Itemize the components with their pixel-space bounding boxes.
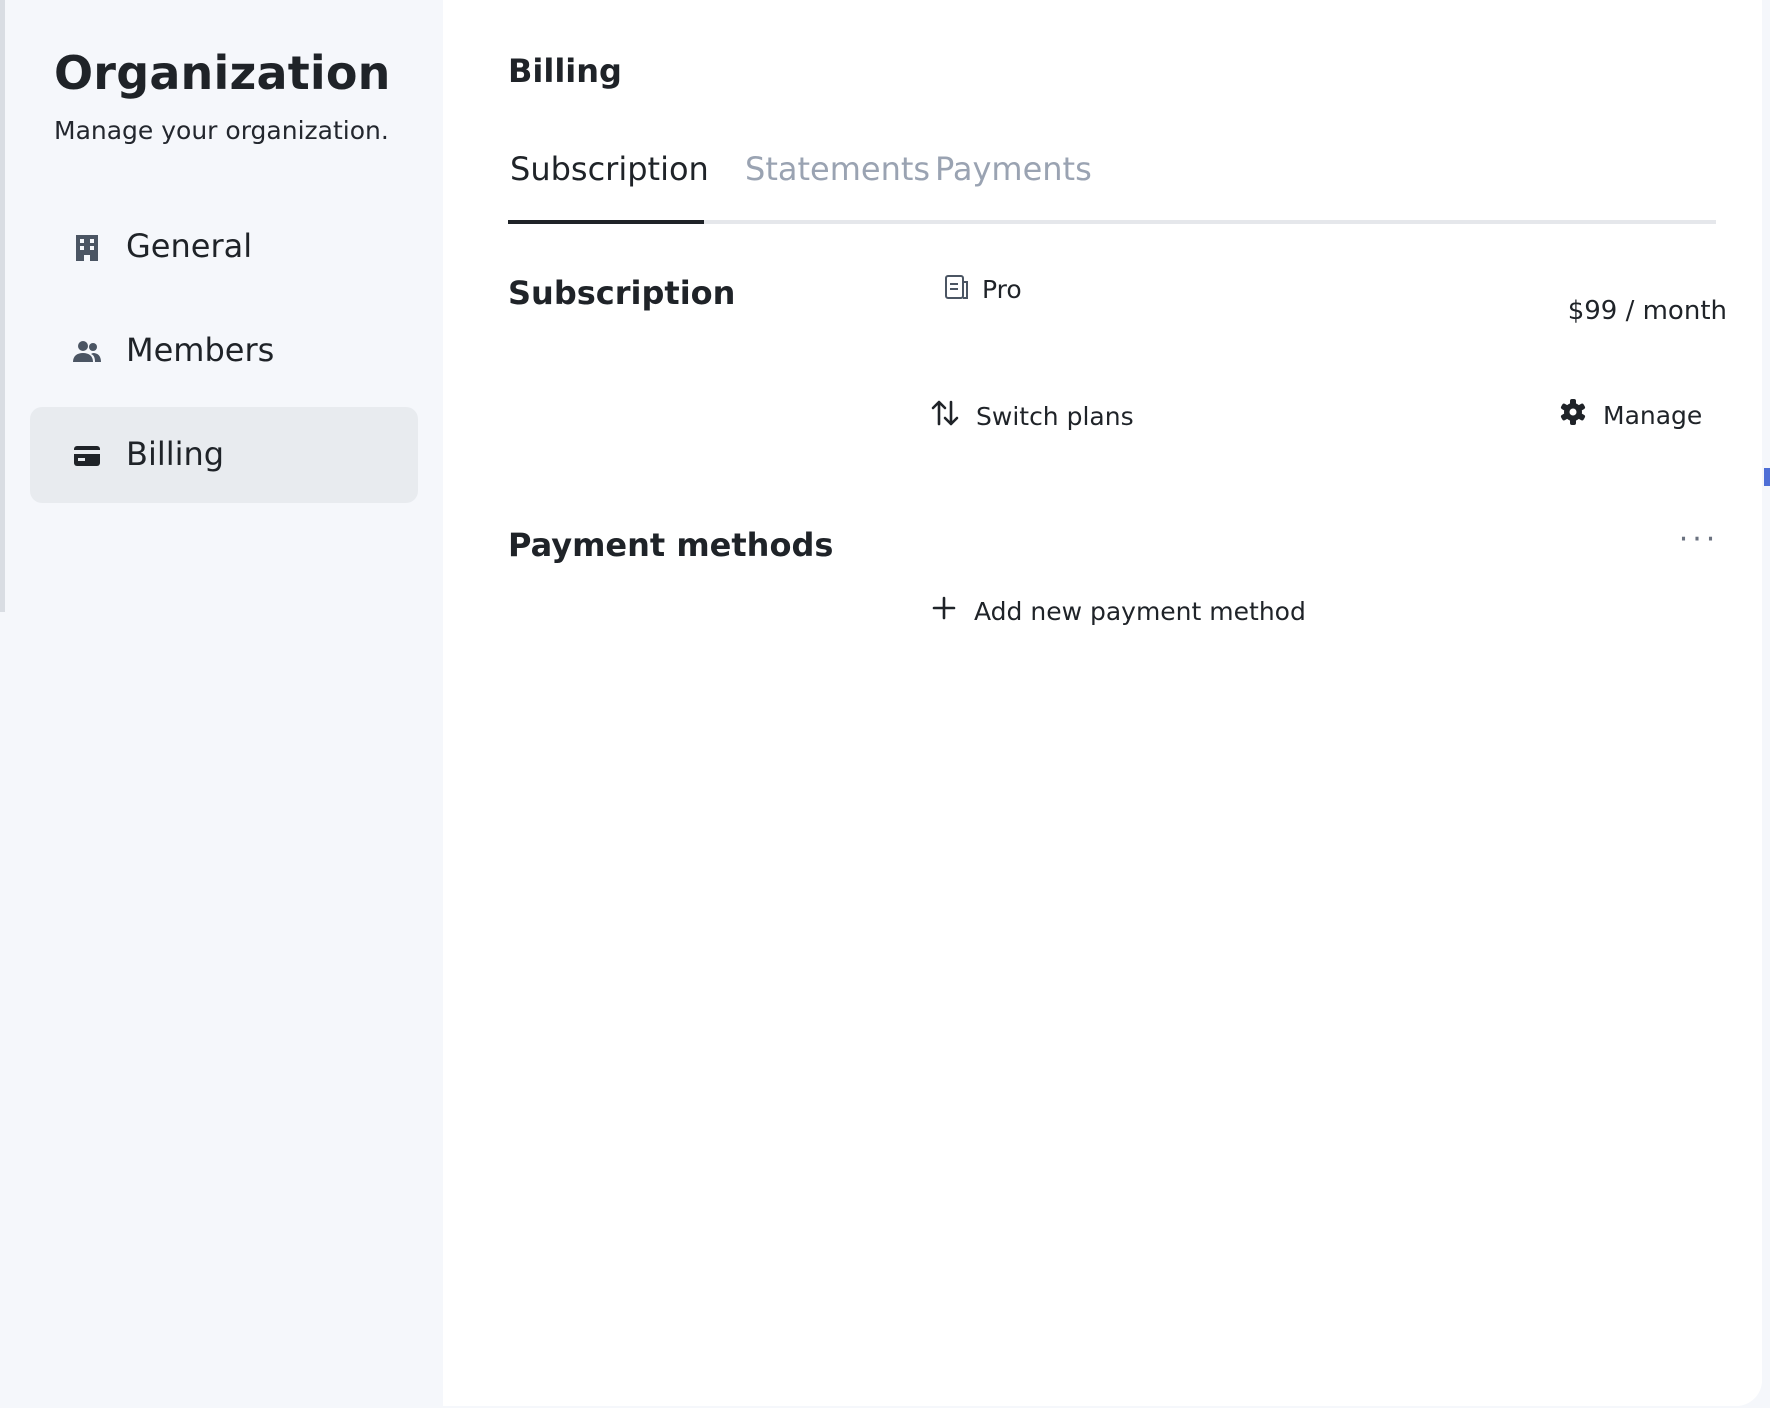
sidebar-item-label: General xyxy=(126,227,253,265)
gear-icon xyxy=(1559,398,1587,432)
tab-payments[interactable]: Payments xyxy=(935,150,1092,188)
page-title: Billing xyxy=(508,52,622,90)
plus-icon xyxy=(930,594,958,628)
organization-subtitle: Manage your organization. xyxy=(54,116,389,145)
payment-methods-heading: Payment methods xyxy=(508,526,834,564)
current-plan: Pro xyxy=(944,274,1022,304)
tab-subscription[interactable]: Subscription xyxy=(510,150,709,188)
subscription-heading: Subscription xyxy=(508,274,736,312)
more-options-button[interactable]: ··· xyxy=(1667,522,1731,562)
add-payment-method-button[interactable]: Add new payment method xyxy=(930,594,1306,628)
billing-tabs: Subscription Statements Payments xyxy=(508,140,1716,224)
active-tab-indicator xyxy=(508,220,704,224)
plan-document-icon xyxy=(944,274,970,304)
scroll-indicator xyxy=(1764,468,1770,486)
manage-button[interactable]: Manage xyxy=(1559,398,1702,432)
sidebar-item-general[interactable]: General xyxy=(30,199,418,295)
add-payment-method-label: Add new payment method xyxy=(974,596,1306,626)
tab-statements[interactable]: Statements xyxy=(745,150,930,188)
sidebar-item-label: Billing xyxy=(126,435,225,473)
sidebar-item-members[interactable]: Members xyxy=(30,303,418,399)
swap-arrows-icon xyxy=(930,398,960,434)
switch-plans-button[interactable]: Switch plans xyxy=(930,398,1134,434)
organization-title: Organization xyxy=(54,46,391,100)
credit-card-icon xyxy=(72,441,102,471)
building-icon xyxy=(72,233,102,263)
sidebar: Organization Manage your organization. G… xyxy=(0,0,443,1406)
app-window: Organization Manage your organization. G… xyxy=(0,0,1762,1406)
manage-label: Manage xyxy=(1603,400,1703,430)
switch-plans-label: Switch plans xyxy=(976,401,1134,431)
plan-name: Pro xyxy=(982,274,1022,304)
plan-price: $99 / month xyxy=(1567,296,1727,326)
sidebar-item-label: Members xyxy=(126,331,275,369)
main-content: Billing Subscription Statements Payments… xyxy=(443,0,1762,1406)
sidebar-item-billing[interactable]: Billing xyxy=(30,407,418,503)
sidebar-edge xyxy=(0,0,5,612)
users-icon xyxy=(72,337,102,367)
